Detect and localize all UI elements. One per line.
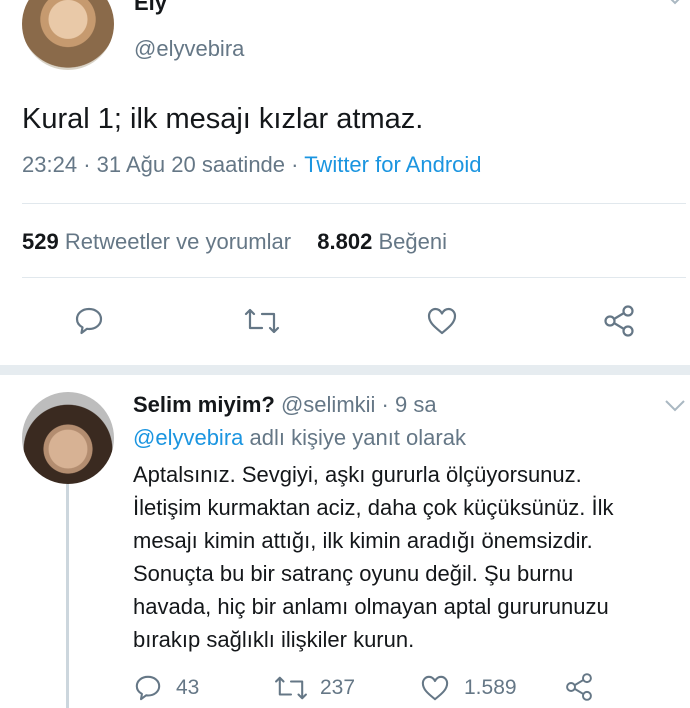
divider	[22, 203, 686, 204]
reply-display-name[interactable]: Selim miyim?	[133, 392, 275, 417]
author-handle[interactable]: @elyvebira	[134, 36, 244, 62]
tweet-source-link[interactable]: Twitter for Android	[304, 152, 481, 177]
reply-text-line: bırakıp sağlıklı ilişkiler kurun.	[133, 627, 415, 652]
like-icon	[420, 674, 450, 702]
author-display-name[interactable]: Ely	[134, 0, 167, 16]
reply-text-line: mesajı kimin attığı, ilk kimin aradığı ö…	[133, 528, 593, 553]
meta-separator: ·	[291, 152, 299, 177]
reply-handle[interactable]: @selimkii	[281, 392, 375, 417]
tweet-text: Kural 1; ilk mesajı kızlar atmaz.	[22, 103, 424, 135]
retweet-icon[interactable]	[244, 306, 280, 336]
likes-label: Beğeni	[378, 229, 447, 254]
reply-count: 43	[176, 676, 200, 699]
reply-to-mention[interactable]: @elyvebira	[133, 425, 243, 450]
retweet-count: 237	[320, 676, 356, 699]
reply-age: · 9 sa	[381, 392, 437, 417]
likes-stat[interactable]: 8.802 Beğeni	[317, 229, 447, 254]
avatar-selim[interactable]	[22, 392, 114, 484]
reply-text: Aptalsınız. Sevgiyi, aşkı gururla ölçüyo…	[133, 458, 683, 656]
retweets-count: 529	[22, 229, 59, 254]
tweet-date: 31 Ağu 20 saatinde	[96, 152, 286, 177]
reply-text-line: İletişim kurmaktan aciz, daha çok küçüks…	[133, 495, 614, 520]
retweet-icon	[274, 674, 308, 702]
tweet-time: 23:24	[22, 152, 78, 177]
likes-count: 8.802	[317, 229, 373, 254]
reply-icon[interactable]	[74, 306, 104, 336]
thread-line	[66, 484, 69, 708]
reply-text-line: Aptalsınız. Sevgiyi, aşkı gururla ölçüyo…	[133, 462, 582, 487]
tweet-stats: 529 Retweetler ve yorumlar 8.802 Beğeni	[22, 229, 447, 255]
like-count: 1.589	[464, 676, 517, 699]
share-icon[interactable]	[564, 672, 594, 702]
meta-separator: ·	[83, 152, 91, 177]
reply-to-suffix: adlı kişiye yanıt olarak	[249, 425, 466, 450]
reply-header: Selim miyim? @selimkii · 9 sa	[133, 392, 437, 418]
reply-text-line: Sonuçta bu bir satranç oyunu değil. Şu b…	[133, 561, 574, 586]
tweet-meta: 23:24 · 31 Ağu 20 saatinde · Twitter for…	[22, 152, 482, 178]
chevron-down-icon[interactable]	[664, 399, 686, 413]
reply-icon	[134, 674, 162, 702]
reply-text-line: havada, hiç bir anlamı olmayan aptal gur…	[133, 594, 609, 619]
retweets-stat[interactable]: 529 Retweetler ve yorumlar	[22, 229, 291, 254]
chevron-down-icon[interactable]	[664, 0, 686, 6]
reply-to-line: @elyvebira adlı kişiye yanıt olarak	[133, 425, 466, 451]
like-icon[interactable]	[426, 306, 458, 336]
avatar-ely[interactable]	[22, 0, 114, 70]
retweets-label: Retweetler ve yorumlar	[64, 229, 292, 254]
divider	[22, 277, 686, 278]
section-separator	[0, 365, 690, 375]
share-icon[interactable]	[602, 304, 636, 338]
